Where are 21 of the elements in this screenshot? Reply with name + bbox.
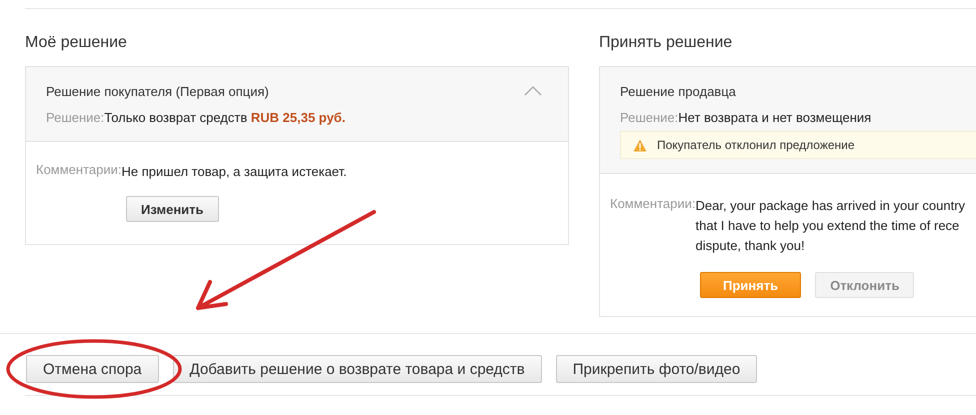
action-button[interactable]: Добавить решение о возврате товара и средств	[172, 355, 542, 383]
warning-icon	[633, 138, 647, 152]
card-title: Решение продавца	[620, 84, 736, 98]
edit-button[interactable]: Изменить	[126, 196, 219, 222]
comment-text: dispute, thank you!	[696, 237, 806, 255]
decision-label: Решение:	[620, 110, 678, 124]
comment-label: Комментарии:	[610, 196, 696, 213]
card-title: Решение покупателя (Первая опция)	[46, 84, 269, 98]
section-heading: Моё решение	[25, 34, 128, 53]
decision-label: Решение:	[46, 110, 104, 124]
action-button[interactable]: Отмена спора	[26, 355, 159, 383]
chevron-icon[interactable]	[524, 86, 542, 96]
decision-text: Только возврат средств RUB 25,35 руб.	[104, 110, 346, 124]
action-button[interactable]: Прикрепить фото/видео	[556, 355, 758, 383]
warning-text: Покупатель отклонил предложение	[657, 138, 855, 152]
comment-text: that I have to help you extend the time of rece	[696, 217, 960, 235]
comment-label: Комментарии:	[36, 162, 122, 179]
decision-text: Нет возврата и нет возмещения	[678, 110, 872, 124]
comment-text: Не пришел товар, а защита истекает.	[122, 163, 347, 181]
section-heading: Принять решение	[599, 34, 734, 53]
comment-text: Dear, your package has arrived in your country	[696, 197, 966, 215]
